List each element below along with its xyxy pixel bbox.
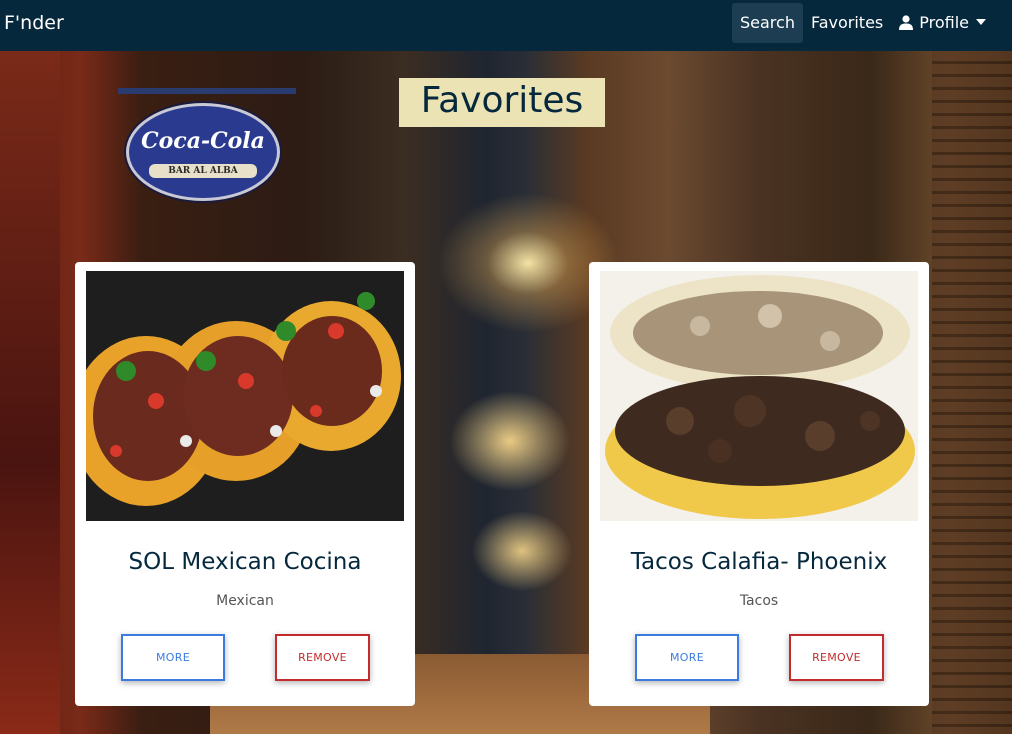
- restaurant-name: SOL Mexican Cocina: [128, 549, 362, 575]
- remove-button[interactable]: REMOVE: [789, 634, 884, 681]
- nav-favorites-link[interactable]: Favorites: [803, 3, 891, 43]
- favorite-card: SOL Mexican Cocina Mexican MORE REMOVE: [75, 262, 415, 706]
- nav-profile-dropdown[interactable]: Profile: [891, 3, 994, 43]
- favorite-card: Tacos Calafia- Phoenix Tacos MORE REMOVE: [589, 262, 929, 706]
- sign-subtitle: BAR AL ALBA: [149, 164, 257, 178]
- tacos-photo-icon: [600, 271, 918, 521]
- nav-favorites-label: Favorites: [810, 13, 884, 32]
- restaurant-photo[interactable]: [600, 271, 918, 521]
- user-icon: [899, 15, 914, 30]
- restaurant-cuisine: Mexican: [216, 593, 274, 609]
- chevron-down-icon: [976, 19, 986, 25]
- top-navbar: F'nder Search Favorites Profile: [0, 0, 1012, 51]
- coca-cola-sign: Coca-Cola BAR AL ALBA: [126, 103, 280, 201]
- tacos-photo-icon: [86, 271, 404, 521]
- more-button[interactable]: MORE: [121, 634, 225, 681]
- restaurant-photo[interactable]: [86, 271, 404, 521]
- background-wall-left: [0, 51, 60, 734]
- nav-search-label: Search: [740, 13, 795, 32]
- background-brick-wall: [932, 51, 1012, 734]
- sign-bracket: [118, 88, 296, 94]
- nav-search-link[interactable]: Search: [732, 3, 803, 43]
- remove-button[interactable]: REMOVE: [275, 634, 370, 681]
- page-title: Favorites: [399, 78, 605, 127]
- more-button[interactable]: MORE: [635, 634, 739, 681]
- restaurant-name: Tacos Calafia- Phoenix: [630, 549, 888, 575]
- restaurant-cuisine: Tacos: [739, 593, 779, 609]
- sign-brand-text: Coca-Cola: [141, 128, 265, 154]
- nav-profile-label: Profile: [919, 13, 969, 32]
- nav-links: Search Favorites Profile: [732, 3, 994, 43]
- brand-logo[interactable]: F'nder: [4, 12, 64, 34]
